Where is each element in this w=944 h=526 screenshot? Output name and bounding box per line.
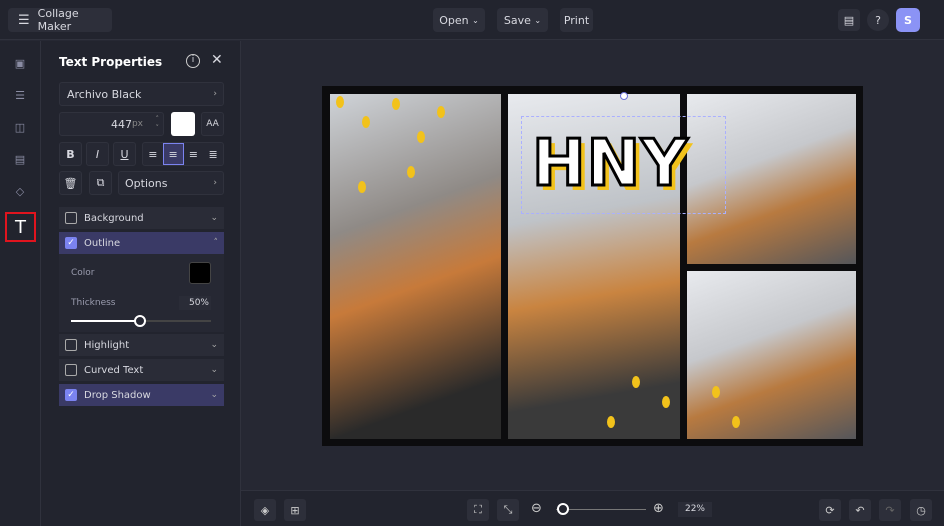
- refresh-icon[interactable]: ⟳: [819, 499, 841, 521]
- duplicate-icon[interactable]: ⧉: [89, 171, 112, 195]
- open-button[interactable]: Open ⌄: [433, 8, 485, 32]
- hamburger-icon: ☰: [18, 12, 30, 28]
- justify-icon[interactable]: ≣: [203, 148, 223, 161]
- shrink-icon[interactable]: ⤡: [497, 499, 519, 521]
- layout-icon[interactable]: ◫: [8, 115, 32, 139]
- outline-color-swatch[interactable]: [189, 262, 211, 284]
- close-icon[interactable]: ✕: [211, 52, 223, 68]
- print-button[interactable]: Print: [560, 8, 593, 32]
- curved-text-checkbox[interactable]: [65, 364, 77, 376]
- section-label: Background: [84, 212, 144, 224]
- chevron-right-icon: ›: [213, 178, 217, 188]
- background-icon[interactable]: ▤: [8, 147, 32, 171]
- outline-options: Color Thickness 50%: [59, 254, 224, 332]
- collage-canvas[interactable]: HNY: [322, 86, 863, 446]
- info-icon[interactable]: i: [186, 54, 200, 68]
- undo-icon[interactable]: ↶: [849, 499, 871, 521]
- text-color-swatch[interactable]: [171, 112, 195, 136]
- outline-checkbox[interactable]: ✓: [65, 237, 77, 249]
- chevron-down-icon: ⌄: [210, 390, 218, 400]
- chevron-down-icon: ⌄: [210, 340, 218, 350]
- align-left-icon[interactable]: ≡: [143, 148, 163, 161]
- comment-icon[interactable]: ▤: [838, 9, 860, 31]
- drop-shadow-checkbox[interactable]: ✓: [65, 389, 77, 401]
- text-tool-icon[interactable]: T: [5, 212, 36, 242]
- save-label: Save: [503, 13, 531, 27]
- delete-icon[interactable]: 🗑: [59, 171, 82, 195]
- zoom-out-icon[interactable]: ⊖: [531, 501, 542, 516]
- alignment-group: ≡ ≡ ≡ ≣: [142, 142, 224, 166]
- open-label: Open: [439, 13, 469, 27]
- text-properties-panel: Text Properties i ✕ Archivo Black › 447 px…: [41, 41, 241, 526]
- italic-button[interactable]: I: [86, 142, 109, 166]
- thickness-label: Thickness: [71, 298, 116, 308]
- zoom-slider-handle[interactable]: [557, 503, 569, 515]
- font-size-unit: px: [131, 119, 143, 129]
- save-button[interactable]: Save ⌄: [497, 8, 548, 32]
- zoom-value[interactable]: 22%: [678, 502, 712, 517]
- tool-rail: ▣ ☰ ◫ ▤ ◇ T: [0, 41, 41, 526]
- background-checkbox[interactable]: [65, 212, 77, 224]
- photo-cell[interactable]: [687, 271, 856, 439]
- adjust-icon[interactable]: ☰: [8, 83, 32, 107]
- chevron-down-icon: ⌄: [210, 365, 218, 375]
- help-icon[interactable]: ?: [867, 9, 889, 31]
- align-center-icon[interactable]: ≡: [162, 143, 184, 165]
- photo-cell[interactable]: [330, 94, 501, 439]
- options-label: Options: [125, 176, 168, 190]
- thickness-value[interactable]: 50%: [179, 296, 211, 310]
- panel-title: Text Properties: [59, 55, 163, 69]
- text-case-icon[interactable]: AA: [201, 112, 224, 136]
- bold-button[interactable]: B: [59, 142, 82, 166]
- rotate-handle[interactable]: [620, 92, 628, 100]
- slider-handle[interactable]: [134, 315, 146, 327]
- section-label: Outline: [84, 237, 121, 249]
- chevron-down-icon: ⌄: [472, 15, 479, 25]
- font-select[interactable]: Archivo Black ›: [59, 82, 224, 106]
- curved-text-section[interactable]: Curved Text ⌄: [59, 359, 224, 381]
- underline-button[interactable]: U: [113, 142, 136, 166]
- zoom-in-icon[interactable]: ⊕: [653, 501, 664, 516]
- chevron-right-icon: ›: [213, 89, 217, 99]
- options-button[interactable]: Options ›: [118, 171, 224, 195]
- align-right-icon[interactable]: ≡: [184, 148, 204, 161]
- drop-shadow-section[interactable]: ✓ Drop Shadow ⌄: [59, 384, 224, 406]
- color-label: Color: [71, 268, 95, 278]
- avatar[interactable]: S: [896, 8, 920, 32]
- background-section[interactable]: Background ⌄: [59, 207, 224, 229]
- grid-icon[interactable]: ⊞: [284, 499, 306, 521]
- image-icon[interactable]: ▣: [8, 51, 32, 75]
- app-title: Collage Maker: [37, 7, 79, 33]
- section-label: Drop Shadow: [84, 389, 151, 401]
- section-label: Curved Text: [84, 364, 144, 376]
- layers-icon[interactable]: ◈: [254, 499, 276, 521]
- chevron-down-icon: ⌄: [210, 213, 218, 223]
- history-icon[interactable]: ◷: [910, 499, 932, 521]
- font-name: Archivo Black: [67, 87, 142, 101]
- fit-screen-icon[interactable]: ⛶: [467, 499, 489, 521]
- bottom-toolbar: ◈ ⊞ ⛶ ⤡ ⊖ ⊕ 22% ⟳ ↶ ↷ ◷: [241, 490, 944, 526]
- redo-icon[interactable]: ↷: [879, 499, 901, 521]
- chevron-up-icon: ˄: [213, 238, 219, 248]
- graphics-icon[interactable]: ◇: [8, 179, 32, 203]
- highlight-section[interactable]: Highlight ⌄: [59, 334, 224, 356]
- section-label: Highlight: [84, 339, 130, 351]
- main-menu-button[interactable]: ☰ Collage Maker: [8, 7, 112, 33]
- print-label: Print: [563, 13, 590, 27]
- font-size-input[interactable]: 447 px ˄ ˅: [59, 112, 164, 136]
- stepper-icon[interactable]: ˄ ˅: [156, 115, 160, 133]
- chevron-down-icon: ⌄: [534, 15, 542, 25]
- highlight-checkbox[interactable]: [65, 339, 77, 351]
- top-bar: ☰ Collage Maker Open ⌄ Save ⌄ Print ▤ ? …: [0, 0, 944, 40]
- zoom-slider[interactable]: [556, 503, 646, 515]
- text-selection-box[interactable]: HNY: [521, 116, 726, 214]
- thickness-slider[interactable]: [71, 315, 211, 327]
- font-size-value: 447: [110, 117, 132, 131]
- outline-section[interactable]: ✓ Outline ˄: [59, 232, 224, 254]
- hny-text[interactable]: HNY: [530, 126, 688, 203]
